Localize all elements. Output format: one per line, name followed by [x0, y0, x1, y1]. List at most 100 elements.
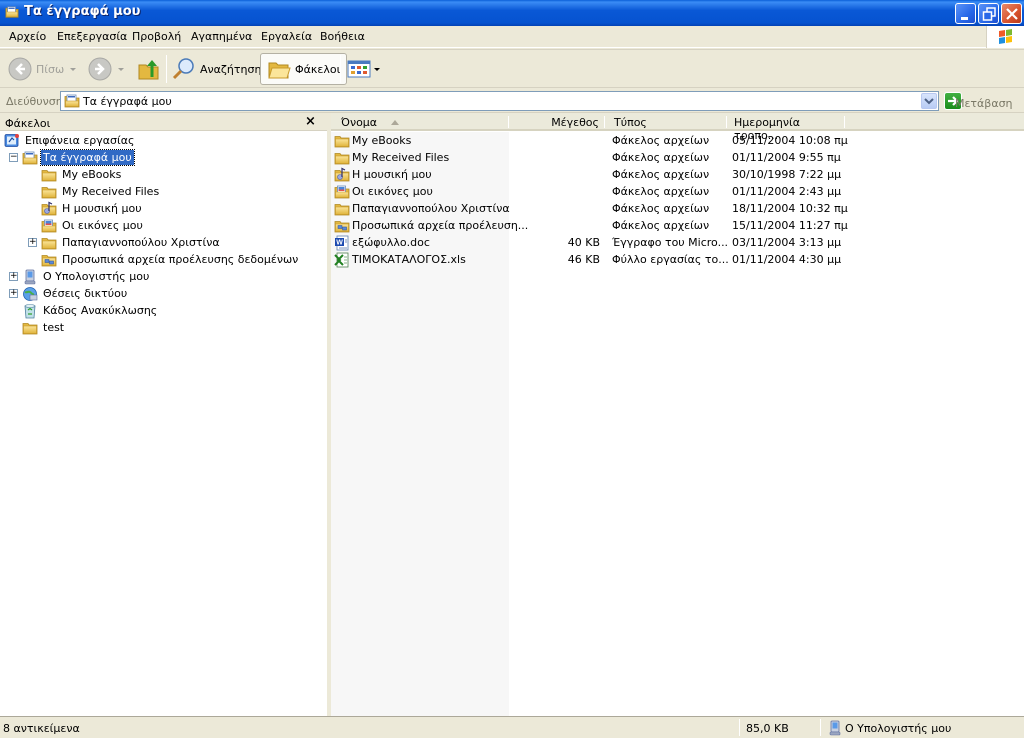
- item-type: Φύλλο εργασίας το...: [612, 253, 729, 266]
- item-date: 30/10/1998 7:22 μμ: [732, 168, 842, 181]
- tree-node-label: Οι εικόνες μου: [62, 219, 143, 232]
- list-item[interactable]: Η μουσική μου Φάκελος αρχείων 30/10/1998 7…: [331, 166, 1024, 183]
- chevron-down-icon: [924, 98, 934, 105]
- back-dropdown-icon[interactable]: [70, 67, 77, 71]
- item-size: 46 KB: [567, 253, 600, 266]
- close-folders-pane-button[interactable]: ×: [305, 114, 316, 129]
- search-icon: [172, 58, 194, 80]
- expand-icon[interactable]: +: [28, 238, 37, 247]
- tree-node[interactable]: Οι εικόνες μου: [41, 217, 145, 234]
- list-item[interactable]: My eBooks Φάκελος αρχείων 05/11/2004 10:08…: [331, 132, 1024, 149]
- address-bar: Διεύθυνση Τα έγγραφά μου Μετάβαση: [0, 89, 1024, 113]
- list-item[interactable]: Προσωπικά αρχεία προέλευση... Φάκελος αρχ…: [331, 217, 1024, 234]
- my-computer-icon: [827, 720, 843, 736]
- item-name: ΤΙΜΟΚΑΤΑΛΟΓΟΣ.xls: [352, 253, 466, 266]
- forward-dropdown-icon[interactable]: [118, 67, 124, 71]
- folder-icon: [334, 150, 350, 166]
- item-name-cell: Η μουσική μου: [334, 166, 432, 183]
- tree-node-label: My Received Files: [62, 185, 160, 198]
- column-header-size[interactable]: Μέγεθος: [509, 113, 605, 130]
- tree-node[interactable]: Θέσεις δικτύου: [22, 285, 129, 302]
- address-input[interactable]: Τα έγγραφά μου: [60, 91, 939, 111]
- collapse-icon[interactable]: −: [9, 153, 18, 162]
- pictures-folder-icon: [41, 218, 57, 234]
- item-name-cell: Παπαγιαννοπούλου Χριστίνα: [334, 200, 510, 217]
- up-folder-button[interactable]: [137, 53, 161, 85]
- list-header: Όνομα Μέγεθος Τύπος Ημερομηνία τροπο...: [331, 113, 1024, 142]
- list-item[interactable]: εξώφυλλο.doc 40 KB Έγγραφο του Micro... 03/…: [331, 234, 1024, 251]
- tree-node[interactable]: Η μουσική μου: [41, 200, 144, 217]
- close-button[interactable]: [1001, 3, 1022, 24]
- tree-node[interactable]: Κάδος Ανακύκλωσης: [22, 302, 159, 319]
- item-name-cell: ΤΙΜΟΚΑΤΑΛΟΓΟΣ.xls: [334, 251, 466, 268]
- folders-icon: [268, 62, 291, 79]
- item-type: Έγγραφο του Micro...: [612, 236, 729, 249]
- tree-node-label: test: [43, 321, 65, 334]
- menu-help[interactable]: Βοήθεια: [320, 30, 365, 43]
- restore-button[interactable]: [978, 3, 999, 24]
- file-list: Όνομα Μέγεθος Τύπος Ημερομηνία τροπο... …: [331, 113, 1024, 716]
- menu-tools[interactable]: Εργαλεία: [261, 30, 312, 43]
- item-name: Οι εικόνες μου: [352, 185, 433, 198]
- expand-icon[interactable]: +: [9, 272, 18, 281]
- my-computer-icon: [22, 269, 38, 285]
- toolbar-separator: [166, 55, 167, 83]
- menu-view[interactable]: Προβολή: [132, 30, 181, 43]
- desktop-icon: [4, 133, 20, 149]
- item-date: 05/11/2004 10:08 πμ: [732, 134, 848, 147]
- item-date: 18/11/2004 10:32 πμ: [732, 202, 848, 215]
- windows-logo: [986, 26, 1024, 48]
- column-header-date[interactable]: Ημερομηνία τροπο...: [727, 113, 845, 142]
- go-label: Μετάβαση: [955, 97, 1013, 110]
- tree-node[interactable]: Επιφάνεια εργασίας: [4, 132, 136, 149]
- tree-node[interactable]: My eBooks: [41, 166, 123, 183]
- folders-pane-title: Φάκελοι: [5, 117, 51, 130]
- excel-sheet-icon: [334, 252, 350, 268]
- list-item[interactable]: My Received Files Φάκελος αρχείων 01/11/20…: [331, 149, 1024, 166]
- tree-node[interactable]: Τα έγγραφά μου: [22, 149, 135, 166]
- views-button[interactable]: [347, 53, 380, 85]
- item-date: 03/11/2004 3:13 μμ: [732, 236, 842, 249]
- data-sources-folder-icon: [334, 218, 350, 234]
- windows-flag-icon: [999, 29, 1012, 44]
- item-type: Φάκελος αρχείων: [612, 151, 710, 164]
- tree-node-label: Η μουσική μου: [62, 202, 142, 215]
- restore-icon: [982, 7, 996, 21]
- list-item[interactable]: Παπαγιαννοπούλου Χριστίνα Φάκελος αρχείων…: [331, 200, 1024, 217]
- column-header-type[interactable]: Τύπος: [605, 113, 727, 130]
- folders-button[interactable]: Φάκελοι: [260, 53, 348, 85]
- menu-favorites[interactable]: Αγαπημένα: [191, 30, 252, 43]
- tree-node[interactable]: My Received Files: [41, 183, 161, 200]
- status-location: Ο Υπολογιστής μου: [845, 722, 952, 735]
- tree-node[interactable]: Παπαγιαννοπούλου Χριστίνα: [41, 234, 222, 251]
- music-folder-icon: [41, 201, 57, 217]
- forward-button[interactable]: [88, 53, 124, 85]
- network-places-icon: [22, 286, 38, 302]
- address-dropdown-button[interactable]: [921, 93, 937, 109]
- search-button[interactable]: Αναζήτηση: [172, 53, 261, 85]
- list-item[interactable]: Οι εικόνες μου Φάκελος αρχείων 01/11/2004 …: [331, 183, 1024, 200]
- item-name: Η μουσική μου: [352, 168, 432, 181]
- column-header-name[interactable]: Όνομα: [331, 113, 509, 130]
- list-item[interactable]: ΤΙΜΟΚΑΤΑΛΟΓΟΣ.xls 46 KB Φύλλο εργασίας το.…: [331, 251, 1024, 268]
- menu-edit[interactable]: Επεξεργασία: [57, 30, 127, 43]
- status-separator: [820, 719, 821, 736]
- tree-node[interactable]: test: [22, 319, 66, 336]
- minimize-button[interactable]: [955, 3, 976, 24]
- item-name: Προσωπικά αρχεία προέλευση...: [352, 219, 529, 232]
- pictures-folder-icon: [334, 184, 350, 200]
- menu-file[interactable]: Αρχείο: [9, 30, 46, 43]
- tree-node[interactable]: Προσωπικά αρχεία προέλευσης δεδομένων: [41, 251, 300, 268]
- address-label: Διεύθυνση: [6, 95, 63, 108]
- tree-node[interactable]: Ο Υπολογιστής μου: [22, 268, 151, 285]
- views-dropdown-icon[interactable]: [374, 67, 380, 71]
- back-button[interactable]: Πίσω: [8, 53, 77, 85]
- expand-icon[interactable]: +: [9, 289, 18, 298]
- tree-node-label: Θέσεις δικτύου: [43, 287, 128, 300]
- folder-icon: [22, 320, 38, 336]
- toolbar-separator: [340, 55, 341, 83]
- item-name: Παπαγιαννοπούλου Χριστίνα: [352, 202, 510, 215]
- go-button[interactable]: Μετάβαση: [944, 91, 1013, 111]
- window-title: Τα έγγραφά μου: [24, 4, 141, 19]
- item-name-cell: Προσωπικά αρχεία προέλευση...: [334, 217, 528, 234]
